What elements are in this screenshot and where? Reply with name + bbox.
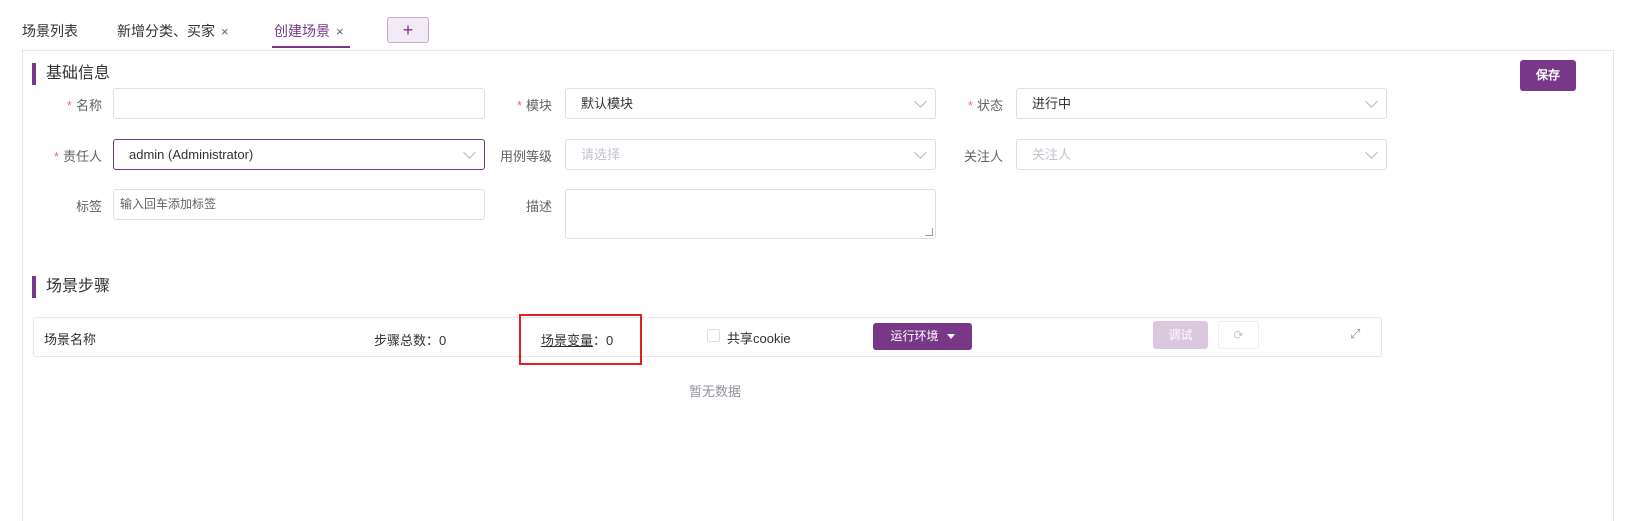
tag-input[interactable]: 输入回车添加标签 bbox=[113, 189, 485, 220]
run-environment-button[interactable]: 运行环境 bbox=[873, 323, 972, 350]
chevron-down-icon bbox=[914, 95, 927, 108]
tag-label: 标签 bbox=[75, 199, 102, 214]
debug-button[interactable]: 调试 bbox=[1153, 321, 1208, 349]
case-level-select[interactable]: 请选择 bbox=[565, 139, 936, 170]
owner-label: * 责任人 bbox=[53, 149, 102, 164]
chevron-down-icon bbox=[1365, 95, 1378, 108]
required-mark: * bbox=[516, 98, 522, 113]
tab-label: 场景列表 bbox=[22, 23, 78, 39]
module-label: * 模块 bbox=[516, 98, 552, 113]
add-tab-button[interactable]: + bbox=[387, 17, 429, 43]
step-count: 步骤总数：0 bbox=[374, 333, 447, 348]
chevron-down-icon bbox=[914, 146, 927, 159]
owner-select[interactable]: admin (Administrator) bbox=[113, 139, 485, 170]
description-textarea[interactable] bbox=[565, 189, 936, 239]
description-label: 描述 bbox=[525, 199, 552, 214]
empty-state-text: 暂无数据 bbox=[688, 384, 741, 399]
save-button[interactable]: 保存 bbox=[1520, 60, 1576, 91]
status-label: * 状态 bbox=[967, 98, 1003, 113]
status-select[interactable]: 进行中 bbox=[1016, 88, 1387, 119]
expand-icon[interactable]: ⤢ bbox=[1350, 327, 1364, 341]
refresh-icon[interactable]: ⟳ bbox=[1218, 321, 1259, 349]
share-cookie-checkbox[interactable] bbox=[707, 329, 720, 342]
required-mark: * bbox=[66, 98, 72, 113]
resize-handle-icon[interactable] bbox=[925, 228, 933, 236]
tab-scene-list[interactable]: 场景列表 bbox=[22, 21, 78, 41]
module-select[interactable]: 默认模块 bbox=[565, 88, 936, 119]
tab-label: 新增分类、买家 bbox=[117, 23, 215, 39]
name-input[interactable] bbox=[113, 88, 485, 119]
scene-name: 场景名称 bbox=[44, 332, 97, 347]
close-icon[interactable]: × bbox=[221, 24, 229, 39]
share-cookie-label[interactable]: 共享cookie bbox=[727, 328, 791, 347]
case-level-label: 用例等级 bbox=[499, 149, 552, 164]
tab-create-scene[interactable]: 创建场景 × bbox=[274, 21, 344, 41]
caret-down-icon bbox=[946, 334, 955, 340]
required-mark: * bbox=[967, 98, 973, 113]
tab-add-category-buyer[interactable]: 新增分类、买家 × bbox=[117, 21, 229, 41]
follower-label: 关注人 bbox=[963, 149, 1003, 164]
follower-select[interactable]: 关注人 bbox=[1016, 139, 1387, 170]
name-label: * 名称 bbox=[66, 98, 102, 113]
content-panel bbox=[22, 50, 1614, 521]
highlight-box bbox=[519, 314, 642, 365]
tab-bar: 场景列表 新增分类、买家 × 创建场景 × + bbox=[0, 0, 1625, 48]
close-icon[interactable]: × bbox=[336, 24, 344, 39]
basic-info-title: 基础信息 bbox=[32, 63, 110, 85]
scene-steps-title: 场景步骤 bbox=[32, 276, 110, 298]
chevron-down-icon bbox=[463, 146, 476, 159]
required-mark: * bbox=[53, 149, 59, 164]
active-tab-indicator bbox=[272, 46, 350, 48]
chevron-down-icon bbox=[1365, 146, 1378, 159]
tab-label: 创建场景 bbox=[274, 23, 330, 39]
